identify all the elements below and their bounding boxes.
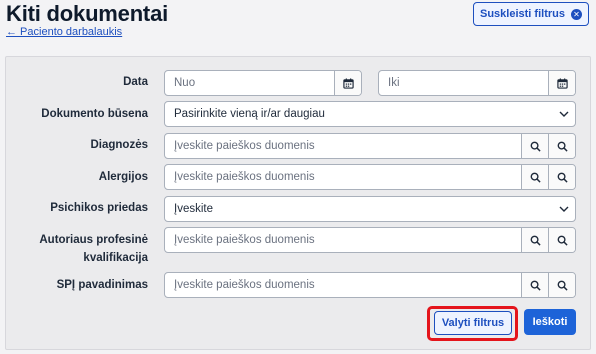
mental-appendix-select[interactable]: Įveskite: [164, 196, 576, 222]
chevron-down-icon: [553, 206, 575, 212]
date-to-input[interactable]: Iki: [379, 77, 548, 89]
back-link[interactable]: ← Paciento darbalaukis: [6, 26, 122, 38]
search-icon[interactable]: [548, 134, 575, 158]
search-icon[interactable]: [548, 273, 575, 297]
close-circle-icon: ✕: [570, 8, 582, 20]
search-icon[interactable]: [521, 165, 548, 189]
allergies-label: Alergijos: [98, 171, 148, 183]
diagnoses-label: Diagnozės: [90, 139, 148, 151]
diagnoses-input[interactable]: Įveskite paieškos duomenis: [165, 140, 521, 152]
date-from-input[interactable]: Nuo: [165, 77, 334, 89]
mental-appendix-label: Psichikos priedas: [50, 202, 148, 214]
allergies-field[interactable]: Įveskite paieškos duomenis: [164, 164, 576, 190]
page-title: Kiti dokumentai: [6, 1, 169, 26]
status-label: Dokumento būsena: [41, 108, 148, 120]
status-select[interactable]: Pasirinkite vieną ir/ar daugiau: [164, 101, 576, 127]
calendar-icon[interactable]: [548, 71, 575, 95]
institution-input[interactable]: Įveskite paieškos duomenis: [165, 279, 521, 291]
collapse-filters-label: Suskleisti filtrus: [480, 8, 565, 20]
clear-filters-button[interactable]: Valyti filtrus: [434, 311, 512, 335]
author-qualification-label: Autoriaus profesinė kvalifikacija: [4, 233, 148, 266]
allergies-input[interactable]: Įveskite paieškos duomenis: [165, 171, 521, 183]
search-icon[interactable]: [548, 165, 575, 189]
search-button[interactable]: Ieškoti: [524, 309, 576, 335]
collapse-filters-button[interactable]: Suskleisti filtrus ✕: [473, 2, 589, 26]
date-label: Data: [123, 76, 148, 88]
search-icon[interactable]: [521, 134, 548, 158]
chevron-down-icon: [553, 111, 575, 117]
date-from-field[interactable]: Nuo: [164, 70, 362, 96]
mental-appendix-value: Įveskite: [174, 203, 213, 215]
institution-field[interactable]: Įveskite paieškos duomenis: [164, 272, 576, 298]
search-icon[interactable]: [548, 228, 575, 252]
calendar-icon[interactable]: [334, 71, 361, 95]
search-icon[interactable]: [521, 273, 548, 297]
status-select-value: Pasirinkite vieną ir/ar daugiau: [174, 108, 325, 120]
diagnoses-field[interactable]: Įveskite paieškos duomenis: [164, 133, 576, 159]
author-qualification-input[interactable]: Įveskite paieškos duomenis: [165, 234, 521, 246]
institution-label: SPĮ pavadinimas: [56, 279, 148, 291]
author-qualification-label-line1: Autoriaus profesinė: [39, 234, 148, 246]
author-qualification-label-line2: kvalifikacija: [83, 252, 148, 264]
author-qualification-field[interactable]: Įveskite paieškos duomenis: [164, 227, 576, 253]
date-to-field[interactable]: Iki: [378, 70, 576, 96]
search-icon[interactable]: [521, 228, 548, 252]
